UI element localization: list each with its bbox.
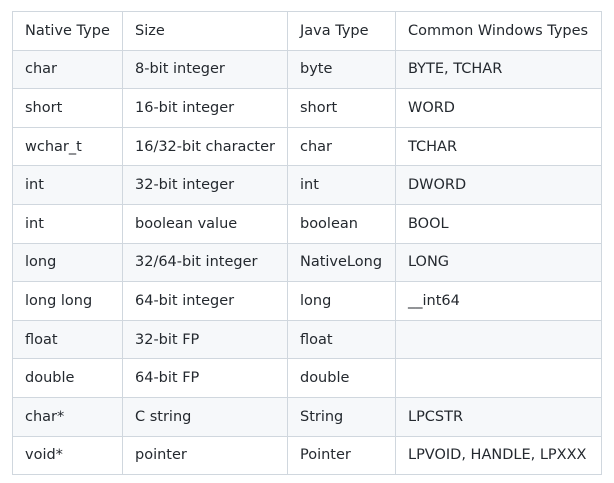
type-mapping-table-container: Native Type Size Java Type Common Window…	[12, 11, 602, 476]
table-row: float 32-bit FP float	[12, 319, 602, 360]
cell-size: 8-bit integer	[122, 49, 288, 90]
cell-java-type: char	[286, 126, 396, 167]
cell-java-type: int	[286, 165, 396, 205]
cell-windows-types	[394, 319, 602, 360]
cell-windows-types: __int64	[394, 281, 602, 321]
table-row: char* C string String LPCSTR	[12, 396, 602, 437]
table-row: void* pointer Pointer LPVOID, HANDLE, LP…	[12, 435, 602, 476]
cell-native-type: long long	[12, 281, 123, 321]
table-row: long long 64-bit integer long __int64	[12, 281, 602, 321]
cell-size: 32-bit FP	[122, 319, 288, 360]
cell-java-type: byte	[286, 49, 396, 90]
table-row: char 8-bit integer byte BYTE, TCHAR	[12, 49, 602, 90]
cell-native-type: wchar_t	[12, 126, 123, 167]
cell-size: 32/64-bit integer	[122, 242, 288, 283]
cell-native-type: int	[12, 203, 123, 244]
cell-size: pointer	[122, 435, 288, 476]
cell-windows-types: LPCSTR	[394, 396, 602, 437]
type-mapping-table: Native Type Size Java Type Common Window…	[12, 11, 602, 476]
cell-size: 64-bit FP	[122, 358, 288, 398]
header-java-type: Java Type	[286, 11, 396, 51]
cell-windows-types: TCHAR	[394, 126, 602, 167]
cell-native-type: void*	[12, 435, 123, 476]
header-size: Size	[122, 11, 288, 51]
header-common-windows-types: Common Windows Types	[394, 11, 602, 51]
cell-size: 32-bit integer	[122, 165, 288, 205]
cell-native-type: float	[12, 319, 123, 360]
cell-size: 16/32-bit character	[122, 126, 288, 167]
cell-java-type: NativeLong	[286, 242, 396, 283]
cell-size: C string	[122, 396, 288, 437]
header-native-type: Native Type	[12, 11, 123, 51]
cell-java-type: short	[286, 88, 396, 128]
cell-windows-types: LONG	[394, 242, 602, 283]
cell-java-type: String	[286, 396, 396, 437]
cell-size: 64-bit integer	[122, 281, 288, 321]
cell-native-type: char*	[12, 396, 123, 437]
table-header-row: Native Type Size Java Type Common Window…	[12, 11, 602, 51]
cell-native-type: double	[12, 358, 123, 398]
table-row: int 32-bit integer int DWORD	[12, 165, 602, 205]
cell-windows-types	[394, 358, 602, 398]
cell-windows-types: WORD	[394, 88, 602, 128]
cell-java-type: Pointer	[286, 435, 396, 476]
cell-windows-types: BYTE, TCHAR	[394, 49, 602, 90]
cell-java-type: double	[286, 358, 396, 398]
table-row: long 32/64-bit integer NativeLong LONG	[12, 242, 602, 283]
cell-java-type: boolean	[286, 203, 396, 244]
table-row: wchar_t 16/32-bit character char TCHAR	[12, 126, 602, 167]
cell-java-type: float	[286, 319, 396, 360]
cell-windows-types: DWORD	[394, 165, 602, 205]
cell-native-type: int	[12, 165, 123, 205]
table-row: double 64-bit FP double	[12, 358, 602, 398]
cell-size: boolean value	[122, 203, 288, 244]
cell-java-type: long	[286, 281, 396, 321]
cell-native-type: char	[12, 49, 123, 90]
cell-native-type: long	[12, 242, 123, 283]
cell-windows-types: BOOL	[394, 203, 602, 244]
table-row: short 16-bit integer short WORD	[12, 88, 602, 128]
cell-native-type: short	[12, 88, 123, 128]
cell-windows-types: LPVOID, HANDLE, LPXXX	[394, 435, 602, 476]
table-row: int boolean value boolean BOOL	[12, 203, 602, 244]
cell-size: 16-bit integer	[122, 88, 288, 128]
